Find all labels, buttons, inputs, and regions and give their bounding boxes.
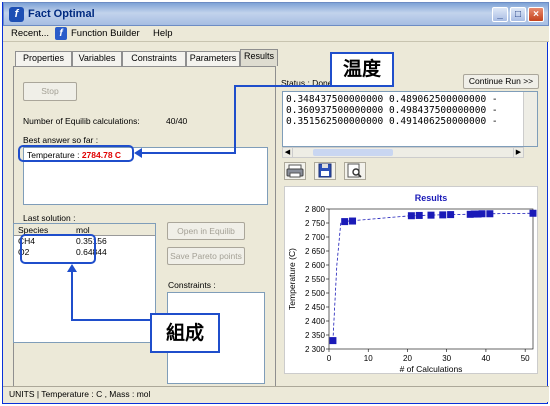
temperature-callout: 温度 xyxy=(330,52,394,87)
composition-callout: 組成 xyxy=(150,313,220,353)
callout-arrows xyxy=(67,85,372,321)
